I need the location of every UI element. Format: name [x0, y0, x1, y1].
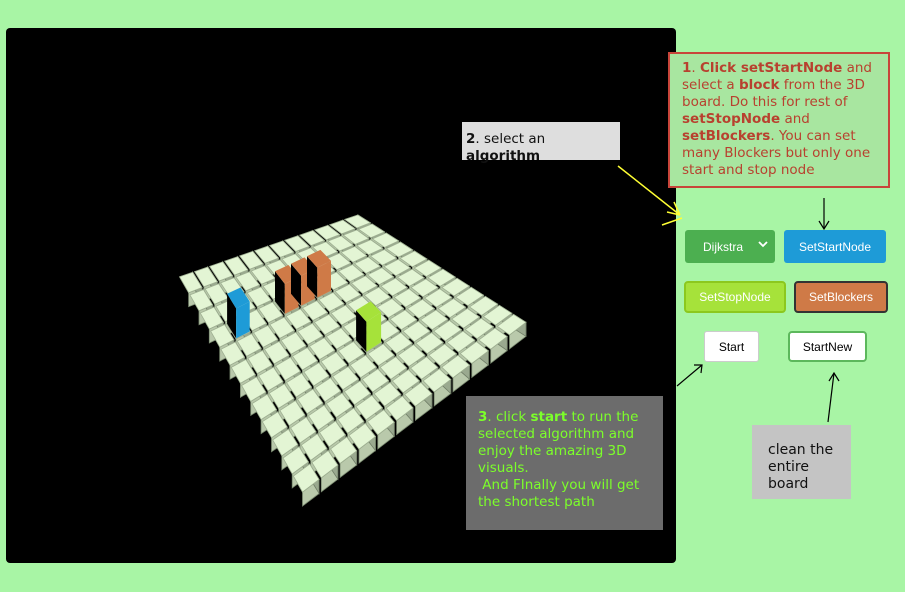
arrow-to-startnew-icon [827, 371, 840, 423]
start-button[interactable]: Start [704, 331, 759, 362]
step1-note: 1. Click setStartNode and select a block… [668, 52, 890, 188]
algorithm-select[interactable]: Dijkstra [685, 230, 775, 263]
clean-board-note: clean the entire board [752, 425, 851, 499]
stop-node-cube[interactable] [356, 301, 382, 352]
arrow-to-start-icon [676, 364, 703, 387]
set-start-node-button[interactable]: SetStartNode [784, 230, 886, 263]
chevron-down-icon [758, 238, 768, 252]
algorithm-select-value: Dijkstra [703, 239, 744, 254]
arrow-to-setstartnode-icon [818, 198, 830, 231]
step3-note: 3. click start to run the selected algor… [466, 396, 663, 530]
step2-note: 2. select an algorithm [462, 122, 620, 164]
set-stop-node-button[interactable]: SetStopNode [684, 281, 786, 313]
set-blockers-button[interactable]: SetBlockers [794, 281, 888, 313]
start-new-button[interactable]: StartNew [788, 331, 867, 362]
